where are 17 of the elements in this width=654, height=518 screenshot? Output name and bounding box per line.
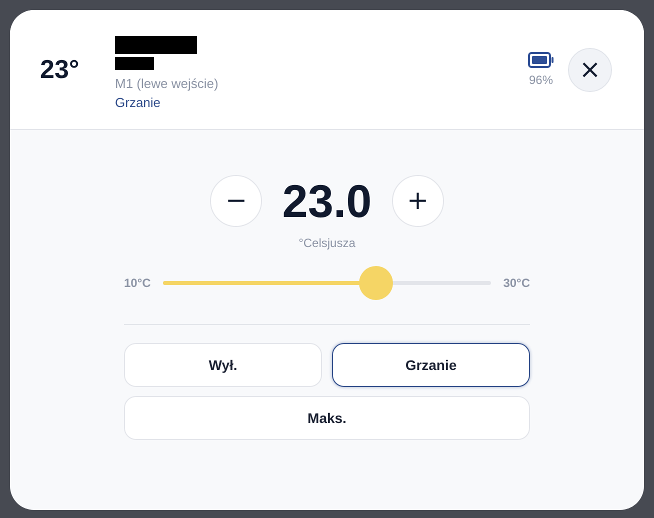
max-label: 30°C xyxy=(503,276,530,290)
decrease-button[interactable]: − xyxy=(210,175,262,227)
device-subtitle: M1 (lewe wejście) xyxy=(115,76,218,90)
mode-button[interactable]: Grzanie xyxy=(332,343,530,387)
mode-button[interactable]: Wył. xyxy=(124,343,322,387)
unit-label: °Celsjusza xyxy=(298,236,356,250)
battery-percentage: 96% xyxy=(528,73,554,87)
slider-thumb[interactable] xyxy=(359,266,394,300)
min-label: 10°C xyxy=(124,276,151,290)
setpoint-value: 23.0 xyxy=(282,174,372,228)
close-button[interactable]: × xyxy=(568,48,612,92)
status-label: Grzanie xyxy=(115,94,161,110)
redaction-bar xyxy=(115,56,154,70)
increase-button[interactable]: + xyxy=(392,175,444,227)
current-temperature: 23° xyxy=(40,54,80,85)
mode-button[interactable]: Maks. xyxy=(124,396,530,440)
battery-icon xyxy=(528,52,554,68)
